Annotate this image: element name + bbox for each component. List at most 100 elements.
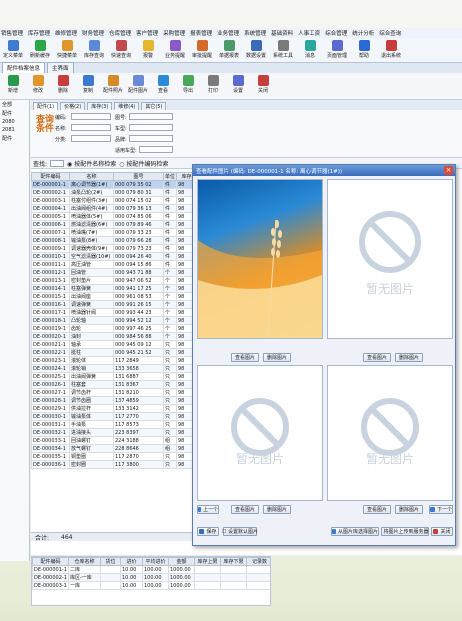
table-row[interactable]: DE-000018-1 凸轮轴 000 994 52 12 个 98 [31,316,196,325]
subtoolbar-button-2[interactable]: 删除 [52,73,74,99]
find-input[interactable] [50,159,65,167]
table-row[interactable]: DE-000035-1 铜垫圈 117 2870 只 98 [31,452,196,461]
menu-item[interactable]: 业务管理 [217,29,239,37]
drawing-no-input[interactable] [129,113,173,120]
tab-other[interactable]: 其它(5) [141,102,167,110]
table-row[interactable]: DE-000031-1 手油泵 117 8573 只 98 [31,420,196,429]
toolbar-button-8[interactable]: 单据报表 [218,38,240,62]
column-header[interactable]: 配件编码 [31,172,70,181]
table-row[interactable]: DE-000011-1 高压油管 000 094 15 86 件 98 [31,260,196,269]
image-slot-3[interactable]: 暂无图片 [197,365,323,501]
delete-image-button-1[interactable]: 删除图片 [263,353,291,362]
tree-item[interactable]: 2081 [0,126,29,134]
table-row[interactable]: DE-000025-1 出油阀弹簧 131 6887 只 98 [31,372,196,381]
table-row[interactable]: DE-000015-1 出油阀座 000 961 08 53 个 98 [31,292,196,301]
table-row[interactable]: DE-000021-1 轴承 000 945 09 12 只 98 [31,340,196,349]
subtoolbar-button-3[interactable]: 复制 [77,73,99,99]
table-row[interactable]: DE-000001-1 离心调节器(1#) 000 079 35 02 件 98 [31,180,196,189]
column-header[interactable]: 名称 [69,172,114,181]
toolbar-button-1[interactable]: 刷新缓存 [29,38,51,62]
radio-by-name[interactable]: ◉ 按配件名称检索 [67,159,116,168]
tab-stock[interactable]: 库存(3) [87,102,113,110]
upload-to-server-button[interactable]: 将图片上传到服务器 [381,527,429,536]
toolbar-button-14[interactable]: 退出系统 [380,38,402,62]
table-row[interactable]: DE-000003-1 一库 10.00 100.00 1000.00 [32,581,270,590]
menu-item[interactable]: 采购管理 [163,29,185,37]
tab-parts-archive[interactable]: 配件档案信息 [2,62,46,73]
toolbar-button-4[interactable]: 快速查询 [110,38,132,62]
save-button[interactable]: 保存 [197,527,219,536]
menu-item[interactable]: 系统管理 [244,29,266,37]
delete-image-button-3[interactable]: 删除图片 [263,505,291,514]
subtoolbar-button-6[interactable]: 查看 [152,73,174,99]
tree-item[interactable]: 2080 [0,118,29,126]
model-input[interactable] [129,124,173,131]
table-row[interactable]: DE-000032-1 进油接头 223 8397 只 98 [31,428,196,437]
column-header[interactable]: 图号 [113,172,164,181]
table-row[interactable]: DE-000002-1 库区-一库 10.00 100.00 1000.00 [32,573,270,582]
toolbar-button-12[interactable]: 页面管理 [326,38,348,62]
subtoolbar-button-0[interactable]: 新增 [2,73,24,99]
table-row[interactable]: DE-000001-1 二库 10.00 100.00 1000.00 [32,565,270,574]
select-from-library-button[interactable]: 从图片库选择图片 [331,527,379,536]
table-row[interactable]: DE-000003-1 柱塞付组件(3#) 000 074 15 02 件 98 [31,196,196,205]
column-header[interactable]: 单位 [163,172,177,181]
column-header[interactable]: 货位 [100,557,121,566]
table-row[interactable]: DE-000028-1 调节齿圈 137 4859 只 98 [31,396,196,405]
category-input[interactable] [71,135,111,142]
subtoolbar-button-8[interactable]: 打印 [202,73,224,99]
table-row[interactable]: DE-000016-1 调速弹簧 000 991 26 15 个 98 [31,300,196,309]
close-button[interactable]: 关闭 [431,527,453,536]
toolbar-button-5[interactable]: 报警 [137,38,159,62]
close-icon[interactable]: × [444,166,453,175]
menu-item[interactable]: 维修管理 [55,29,77,37]
toolbar-button-9[interactable]: 数据设置 [245,38,267,62]
table-row[interactable]: DE-000009-1 调速器壳体(9#) 000 079 73 23 件 98 [31,244,196,253]
image-slot-2[interactable]: 暂无图片 [327,179,453,339]
toolbar-button-13[interactable]: 帮助 [353,38,375,62]
menu-item[interactable]: 报表管理 [190,29,212,37]
table-row[interactable]: DE-000036-1 密封圈 117 3800 只 98 [31,460,196,469]
menu-item[interactable]: 仓库管理 [109,29,131,37]
table-row[interactable]: DE-000006-1 燃油滤清器(6#) 000 079 89 46 件 98 [31,220,196,229]
subtoolbar-button-4[interactable]: 配件照片 [102,73,124,99]
menu-item[interactable]: 综合查询 [379,29,401,37]
tab-price[interactable]: 价格(2) [60,102,86,110]
delete-image-button-4[interactable]: 删除图片 [395,505,423,514]
column-header[interactable]: 仓库名称 [68,557,101,566]
table-row[interactable]: DE-000004-1 出油阀组件(4#) 000 079 36 13 件 98 [31,204,196,213]
toolbar-button-10[interactable]: 系统工具 [272,38,294,62]
table-row[interactable]: DE-000027-1 调节齿杆 131 8210 只 98 [31,388,196,397]
tab-repair[interactable]: 维修(4) [114,102,140,110]
toolbar-button-3[interactable]: 库存查询 [83,38,105,62]
tree-item[interactable]: 全部 [0,100,29,109]
set-default-checkbox[interactable]: ☐ 设置默认图片 [222,527,258,536]
subtoolbar-button-9[interactable]: 设置 [227,73,249,99]
column-header[interactable]: 库存下限 [220,557,247,566]
table-row[interactable]: DE-000034-1 放气螺钉 228 8646 组 98 [31,444,196,453]
table-row[interactable]: DE-000007-1 喷油嘴(7#) 000 079 33 23 件 98 [31,228,196,237]
toolbar-button-2[interactable]: 快捷菜单 [56,38,78,62]
toolbar-button-0[interactable]: 定义菜单 [2,38,24,62]
table-row[interactable]: DE-000026-1 柱塞套 131 8367 只 98 [31,380,196,389]
column-header[interactable]: 金额 [168,557,195,566]
table-row[interactable]: DE-000029-1 供油拉杆 133 3142 只 98 [31,404,196,413]
view-image-button-4[interactable]: 查看图片 [363,505,391,514]
column-header[interactable]: 进价 [120,557,143,566]
column-header[interactable]: 平均进价 [142,557,169,566]
table-row[interactable]: DE-000019-1 齿轮 000 997 46 25 个 98 [31,324,196,333]
table-row[interactable]: DE-000002-1 油泵凸轮(2#) 000 079 80 31 件 98 [31,188,196,197]
tab-main[interactable]: 主界面 [47,62,74,73]
view-image-button-1[interactable]: 查看图片 [231,353,259,362]
menu-item[interactable]: 客户管理 [136,29,158,37]
table-row[interactable]: DE-000023-1 滚轮体 117 2849 只 98 [31,356,196,365]
subtoolbar-button-7[interactable]: 导出 [177,73,199,99]
menu-item[interactable]: 综合管理 [325,29,347,37]
view-image-button-3[interactable]: 查看图片 [231,505,259,514]
delete-image-button-2[interactable]: 删除图片 [395,353,423,362]
column-header[interactable]: 配件编码 [32,557,69,566]
menu-item[interactable]: 销售管理 [1,29,23,37]
view-image-button-2[interactable]: 查看图片 [363,353,391,362]
code-input[interactable] [71,113,111,120]
table-row[interactable]: DE-000020-1 油封 000 984 56 88 个 98 [31,332,196,341]
